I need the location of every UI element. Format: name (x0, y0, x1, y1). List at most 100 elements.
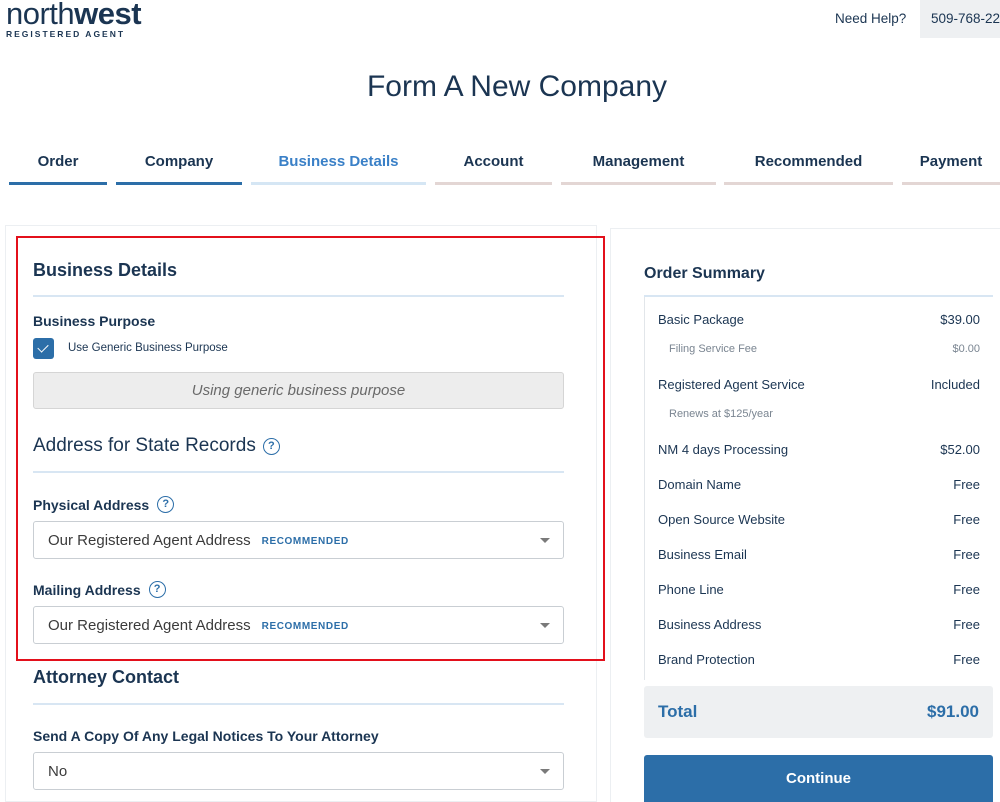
summary-item-name: Domain Name (658, 477, 742, 492)
attorney-question-label: Send A Copy Of Any Legal Notices To Your… (33, 728, 379, 744)
summary-item: Open Source Website Free (658, 512, 980, 527)
generic-purpose-checkbox[interactable] (33, 338, 54, 359)
summary-item-name: Brand Protection (658, 652, 755, 667)
summary-subitem: Filing Service Fee $0.00 (669, 343, 980, 355)
step-account[interactable]: Account (435, 153, 552, 185)
summary-item: Domain Name Free (658, 477, 980, 492)
summary-item-price: Free (953, 582, 980, 597)
business-purpose-input: Using generic business purpose (33, 372, 564, 409)
step-order[interactable]: Order (9, 153, 107, 185)
summary-item: Business Email Free (658, 547, 980, 562)
physical-address-label: Physical Address? (33, 496, 175, 513)
help-question-icon[interactable]: ? (157, 496, 175, 513)
step-label: Management (592, 153, 685, 170)
business-purpose-label: Business Purpose (33, 313, 155, 329)
summary-item-name: NM 4 days Processing (658, 442, 789, 457)
step-bar (561, 182, 716, 185)
attorney-contact-heading: Attorney Contact (33, 667, 179, 688)
summary-item-name: Open Source Website (658, 512, 785, 527)
mailing-address-select[interactable]: Our Registered Agent Address RECOMMENDED (33, 606, 564, 644)
step-bar (902, 182, 1000, 185)
summary-item-price: Included (930, 377, 980, 392)
physical-address-select[interactable]: Our Registered Agent Address RECOMMENDED (33, 521, 564, 559)
step-label: Account (463, 153, 524, 170)
step-label: Business Details (278, 153, 399, 170)
generic-purpose-checkbox-label[interactable]: Use Generic Business Purpose (68, 342, 228, 354)
step-recommended[interactable]: Recommended (724, 153, 893, 185)
help-question-icon[interactable]: ? (148, 581, 166, 598)
logo-wordmark: northwest (6, 0, 142, 31)
summary-item: Basic Package $39.00 (658, 312, 980, 327)
step-label: Company (144, 153, 214, 170)
business-details-heading: Business Details (33, 260, 178, 280)
continue-button[interactable]: Continue (644, 755, 993, 802)
physical-address-value: Our Registered Agent Address (48, 531, 251, 549)
summary-item-price: Free (953, 617, 980, 632)
summary-item: NM 4 days Processing $52.00 (658, 442, 980, 457)
summary-subitem: Renews at $125/year (669, 408, 980, 420)
summary-item-price: $39.00 (940, 312, 980, 327)
summary-item: Business Address Free (658, 617, 980, 632)
progress-steps: Order Company Business Details Account M… (0, 153, 1000, 185)
summary-item-name: Phone Line (658, 582, 724, 597)
business-purpose-label-text: Business Purpose (33, 313, 156, 329)
attorney-question-text: Send A Copy Of Any Legal Notices To Your… (33, 728, 379, 744)
page-title: Form A New Company (366, 70, 668, 103)
step-company[interactable]: Company (116, 153, 242, 185)
total-label: Total (658, 702, 698, 721)
summary-item-price: Free (953, 547, 980, 562)
brand-logo[interactable]: northwest REGISTERED AGENT (6, 0, 142, 39)
summary-item-price: $52.00 (940, 442, 980, 457)
order-summary-title: Order Summary (644, 265, 765, 282)
step-label: Payment (919, 153, 983, 170)
phone-number-link[interactable]: 509-768-22 (920, 0, 1000, 38)
chevron-down-icon (540, 623, 550, 628)
step-label: Recommended (754, 153, 863, 170)
mailing-address-value: Our Registered Agent Address (48, 616, 251, 634)
summary-item-name: Registered Agent Service (658, 377, 805, 392)
attorney-heading-text: Attorney Contact (33, 667, 180, 687)
summary-item-name: Renews at $125/year (669, 408, 773, 420)
chevron-down-icon (540, 769, 550, 774)
attorney-notice-select[interactable]: No (33, 752, 564, 790)
recommended-badge: RECOMMENDED (261, 620, 349, 632)
address-heading-text: Address for State Records (33, 435, 256, 456)
summary-item: Brand Protection Free (658, 652, 980, 667)
section-divider (33, 295, 564, 297)
logo-west: west (74, 0, 142, 31)
summary-item: Phone Line Free (658, 582, 980, 597)
physical-address-label-text: Physical Address (33, 496, 150, 513)
summary-item-price: Free (953, 512, 980, 527)
mailing-address-label: Mailing Address? (33, 581, 166, 598)
help-question-icon[interactable]: ? (262, 437, 280, 455)
step-payment[interactable]: Payment (902, 153, 1000, 185)
summary-item-name: Basic Package (658, 312, 744, 327)
step-bar (251, 182, 426, 185)
step-bar (9, 182, 107, 185)
summary-item-name: Business Address (658, 617, 762, 632)
section-divider (33, 703, 564, 705)
logo-subtitle: REGISTERED AGENT (6, 29, 126, 39)
summary-item-price: $0.00 (952, 343, 980, 355)
business-details-panel (5, 225, 597, 802)
chevron-down-icon (540, 538, 550, 543)
recommended-badge: RECOMMENDED (261, 535, 349, 547)
step-bar (435, 182, 552, 185)
summary-item-price: Free (953, 477, 980, 492)
order-total: Total $91.00 (644, 686, 993, 738)
logo-north: north (6, 0, 75, 31)
summary-item-name: Filing Service Fee (669, 343, 758, 355)
mailing-address-label-text: Mailing Address (33, 581, 141, 598)
step-label: Order (37, 153, 79, 170)
summary-item: Registered Agent Service Included (658, 377, 980, 392)
total-value: $91.00 (927, 702, 979, 721)
step-bar (116, 182, 242, 185)
need-help-text: Need Help? (835, 11, 907, 26)
step-management[interactable]: Management (561, 153, 716, 185)
address-state-records-heading: Address for State Records? (33, 435, 280, 457)
step-business-details[interactable]: Business Details (251, 153, 426, 185)
summary-item-price: Free (953, 652, 980, 667)
section-divider (33, 471, 564, 473)
attorney-notice-value: No (48, 762, 68, 780)
summary-item-name: Business Email (658, 547, 747, 562)
